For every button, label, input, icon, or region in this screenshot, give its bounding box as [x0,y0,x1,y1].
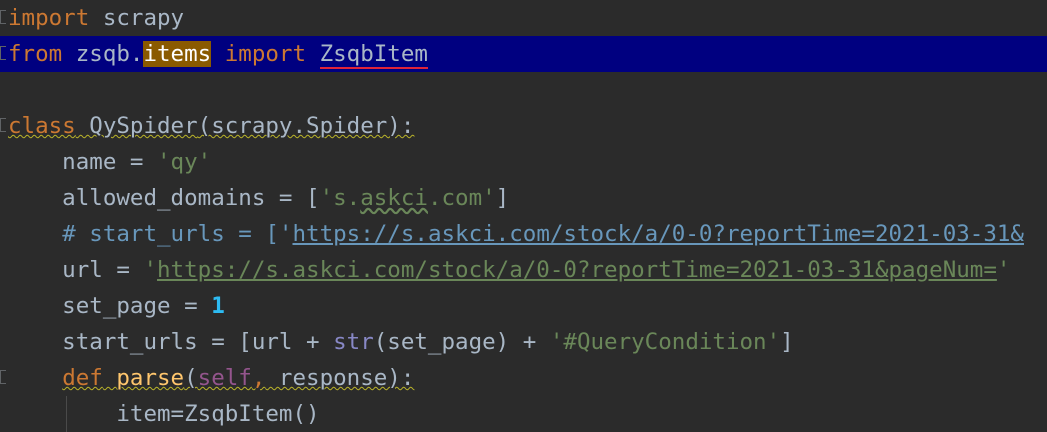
domain-part: .com' [427,185,496,211]
code-line-8[interactable]: url = 'https://s.askci.com/stock/a/0-0?r… [0,252,1047,288]
indent-guide [66,396,67,432]
code-line-3[interactable] [0,72,1047,108]
fold-marker-icon[interactable] [0,46,6,60]
bracket: ] [780,329,794,355]
code-line-12[interactable]: item=ZsqbItem() [0,396,1047,432]
class-bases: (scrapy.Spider): [197,113,415,139]
keyword-def: def [62,365,103,391]
fold-marker-icon[interactable] [0,370,6,384]
params: response): [265,365,415,391]
domain-typo: askci [360,185,428,211]
bracket: ] [495,185,510,211]
module-prefix: zsqb. [62,41,144,67]
url-assign: url = [8,257,144,283]
class-definition: class QySpider(scrapy.Spider): [8,108,414,144]
comment-link[interactable]: https://s.askci.com/stock/a/0-0?reportTi… [292,221,1024,247]
function-name: parse [116,365,185,391]
fold-marker-icon[interactable] [0,10,6,24]
class-ref-error: ZsqbItem [319,41,428,69]
comment: # start_urls = [' [62,221,293,247]
keyword-from: from [8,41,63,67]
builtin-str: str [333,329,374,355]
name-assign: name = [8,149,158,175]
quote: ' [996,257,1011,283]
def-signature: def parse(self, response): [62,365,414,391]
code-line-6[interactable]: allowed_domains = ['s.askci.com'] [0,180,1047,216]
set-page-value: 1 [211,293,225,319]
code-line-11[interactable]: def parse(self, response): [0,360,1047,396]
code-line-2[interactable]: from zsqb.items import ZsqbItem [0,36,1047,72]
class-name: QySpider [89,113,198,139]
start-urls-assign: start_urls = [url + [8,329,334,355]
domain-part: 's. [319,185,361,211]
code-line-9[interactable]: set_page = 1 [0,288,1047,324]
code-line-7[interactable]: # start_urls = ['https://s.askci.com/sto… [0,216,1047,252]
url-link[interactable]: https://s.askci.com/stock/a/0-0?reportTi… [157,257,997,283]
code-line-10[interactable]: start_urls = [url + str(set_page) + '#Qu… [0,324,1047,360]
quote: ' [143,257,158,283]
module-items-match: items [143,41,212,67]
keyword-import: import [224,41,307,67]
paren: ( [184,365,198,391]
code-line-4[interactable]: class QySpider(scrapy.Spider): [0,108,1047,144]
expression: (set_page) + [373,329,550,355]
keyword-import: import [8,5,90,31]
code-line-5[interactable]: name = 'qy' [0,144,1047,180]
set-page-assign: set_page = [8,293,212,319]
comma: , [251,365,266,391]
name-value: 'qy' [157,149,212,175]
code-line-1[interactable]: import scrapy [0,0,1047,36]
item-assign: item=ZsqbItem() [8,401,320,427]
module-name: scrapy [89,5,185,31]
query-string: '#QueryCondition' [549,329,781,355]
self-param: self [197,365,252,391]
code-editor[interactable]: import scrapy from zsqb.items import Zsq… [0,0,1047,432]
keyword-class: class [8,113,76,139]
allowed-domains-assign: allowed_domains = [ [8,185,320,211]
fold-marker-icon[interactable] [0,118,6,132]
